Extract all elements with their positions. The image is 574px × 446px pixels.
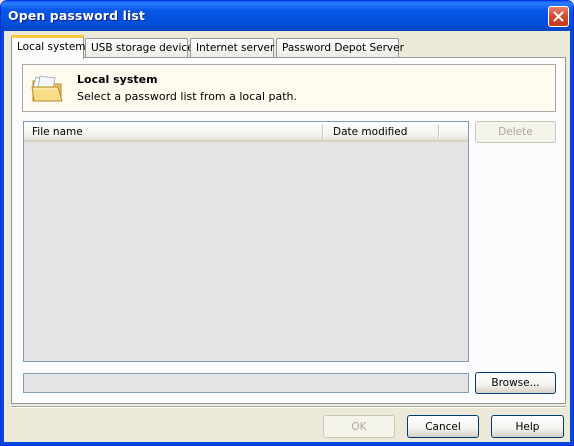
- tab-password-depot-server[interactable]: Password Depot Server: [276, 38, 404, 58]
- tab-usb-storage-device[interactable]: USB storage device: [85, 38, 194, 58]
- close-icon: [553, 11, 564, 22]
- path-field[interactable]: [23, 373, 469, 393]
- tab-internet-server[interactable]: Internet server: [190, 38, 274, 58]
- close-button[interactable]: [548, 6, 569, 27]
- tab-label: Local system: [17, 41, 86, 53]
- folder-icon: [31, 75, 63, 102]
- tab-label: USB storage device: [91, 42, 194, 54]
- tab-label: Password Depot Server: [282, 42, 404, 54]
- column-label: File name: [32, 126, 83, 138]
- divider: [11, 406, 566, 408]
- tab-label: Internet server: [196, 42, 275, 54]
- window-frame-left: [1, 31, 4, 445]
- window-frame-right: [570, 31, 573, 445]
- ok-button[interactable]: OK: [323, 415, 395, 438]
- column-label: Date modified: [333, 126, 408, 138]
- list-header: File name Date modified: [24, 122, 468, 142]
- window-title: Open password list: [8, 8, 145, 23]
- file-list[interactable]: File name Date modified: [23, 121, 469, 362]
- browse-button[interactable]: Browse...: [475, 372, 556, 394]
- cancel-button[interactable]: Cancel: [407, 415, 479, 438]
- window-frame-bottom: [1, 442, 573, 445]
- column-header-file-name[interactable]: File name: [24, 122, 322, 140]
- column-separator[interactable]: [322, 125, 324, 138]
- column-header-date-modified[interactable]: Date modified: [325, 122, 437, 140]
- dialog-window: Open password list Local system USB stor…: [0, 0, 574, 446]
- info-header: Local system Select a password list from…: [22, 64, 556, 112]
- help-button[interactable]: Help: [491, 415, 564, 438]
- header-description: Select a password list from a local path…: [77, 90, 298, 103]
- tab-local-system[interactable]: Local system: [11, 35, 86, 59]
- delete-button[interactable]: Delete: [475, 121, 556, 143]
- header-title: Local system: [77, 73, 158, 86]
- title-bar[interactable]: Open password list: [1, 1, 573, 31]
- tab-panel: Local system Select a password list from…: [11, 57, 566, 404]
- column-separator[interactable]: [438, 125, 440, 138]
